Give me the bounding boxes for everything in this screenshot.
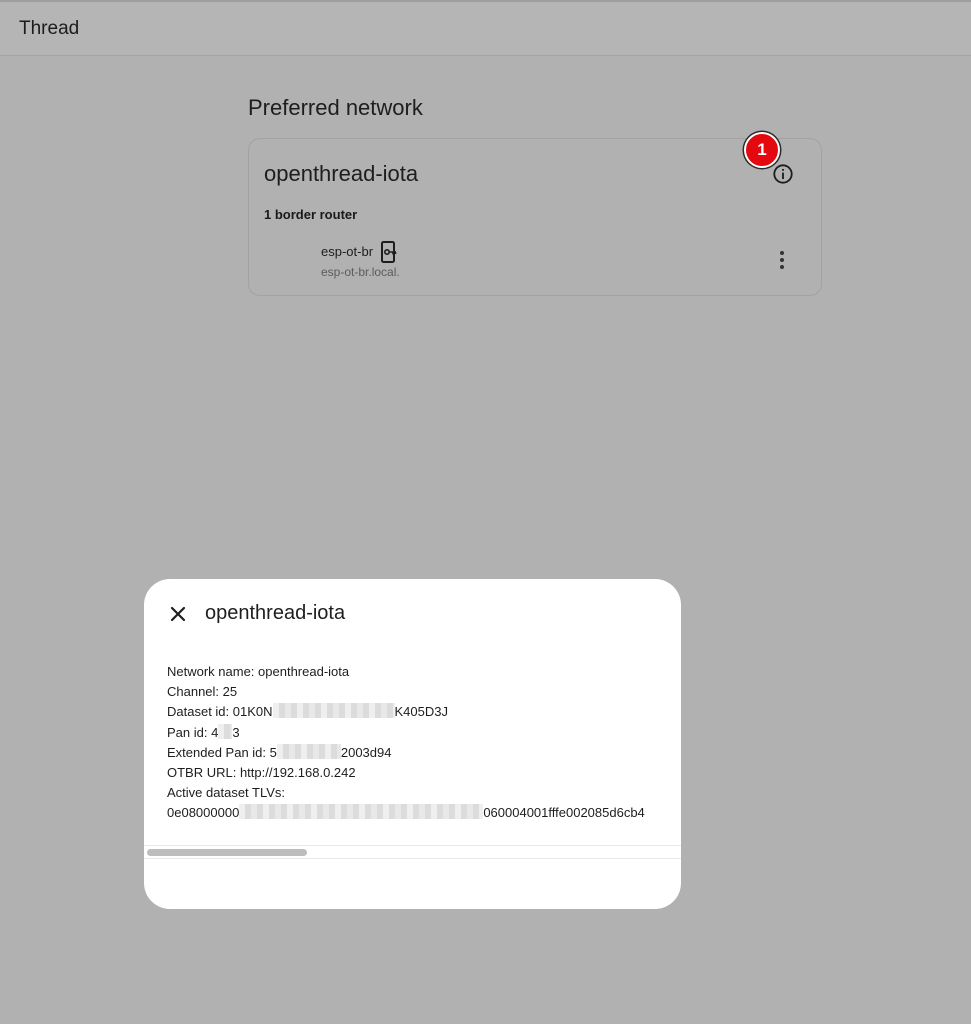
tlv-value-line: 0e08000000 060004001fffe002085d6cb4	[167, 803, 645, 823]
redaction-blur	[218, 723, 233, 739]
horizontal-scrollbar[interactable]	[144, 845, 681, 859]
network-name-line: Network name: openthread-iota	[167, 664, 350, 679]
network-details-dialog: openthread-iota Network name: openthread…	[144, 579, 681, 909]
border-router-icon	[381, 241, 397, 263]
more-vert-icon[interactable]	[776, 250, 788, 270]
dialog-title: openthread-iota	[205, 602, 346, 624]
pan-id-line: Pan id: 4 3	[167, 723, 645, 743]
close-icon[interactable]	[168, 604, 188, 624]
pan-id-prefix: Pan id: 4	[167, 724, 219, 740]
pan-id-suffix: 3	[232, 724, 240, 740]
dataset-id-line: Dataset id: 01K0N K405D3J	[167, 702, 645, 722]
redaction-blur	[239, 804, 484, 820]
network-details: Network name: openthread-iota Channel: 2…	[167, 662, 645, 824]
redaction-blur	[272, 703, 395, 719]
tlv-label: Active dataset TLVs:	[167, 785, 286, 801]
network-name: openthread-iota	[264, 161, 419, 186]
annotation-badge: 1	[744, 132, 780, 168]
page-title: Thread	[19, 18, 80, 39]
preferred-network-card: openthread-iota 1 1 border router esp-ot…	[248, 132, 822, 296]
router-host: esp-ot-br.local.	[321, 265, 400, 279]
dataset-id-prefix: Dataset id: 01K0N	[167, 704, 273, 720]
info-icon[interactable]	[772, 163, 794, 185]
tlv-suffix: 060004001fffe002085d6cb4	[483, 805, 645, 821]
border-router-count: 1 border router	[264, 207, 358, 222]
channel-line: Channel: 25	[167, 684, 238, 700]
otbr-url-line: OTBR URL: http://192.168.0.242	[167, 764, 356, 780]
ext-pan-id-prefix: Extended Pan id: 5	[167, 744, 277, 760]
router-name: esp-ot-br	[321, 244, 374, 259]
extended-pan-id-line: Extended Pan id: 5 2003d94	[167, 743, 645, 763]
ext-pan-id-suffix: 2003d94	[340, 744, 392, 760]
section-title: Preferred network	[248, 95, 423, 120]
dataset-id-suffix: K405D3J	[394, 704, 448, 720]
top-app-bar: Thread	[0, 0, 971, 56]
tlv-prefix: 0e08000000	[167, 805, 240, 821]
redaction-blur	[276, 743, 341, 759]
scrollbar-thumb[interactable]	[147, 849, 307, 856]
